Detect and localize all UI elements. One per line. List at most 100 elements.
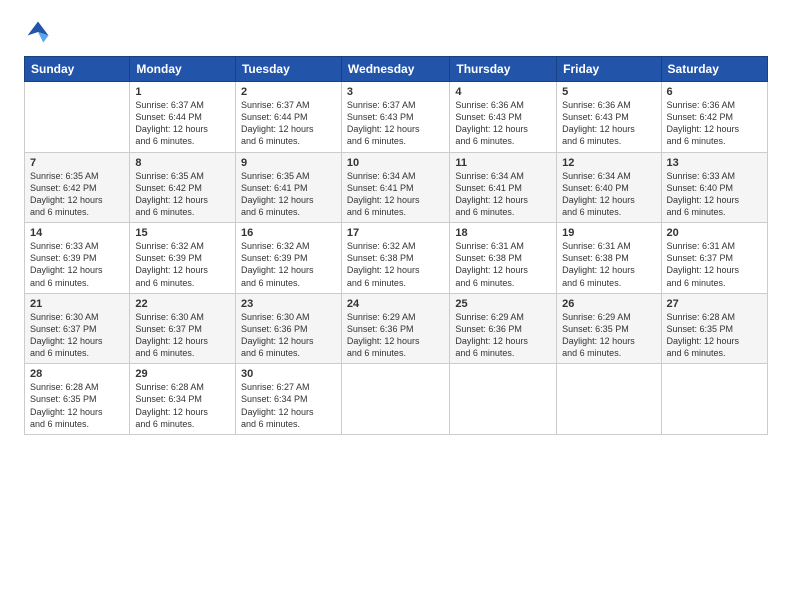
day-number: 1 bbox=[135, 86, 230, 98]
day-info: Sunrise: 6:28 AM Sunset: 6:35 PM Dayligh… bbox=[30, 381, 124, 430]
calendar-cell: 16Sunrise: 6:32 AM Sunset: 6:39 PM Dayli… bbox=[235, 223, 341, 294]
calendar-cell: 3Sunrise: 6:37 AM Sunset: 6:43 PM Daylig… bbox=[341, 82, 449, 153]
day-info: Sunrise: 6:30 AM Sunset: 6:37 PM Dayligh… bbox=[135, 311, 230, 360]
calendar-cell: 14Sunrise: 6:33 AM Sunset: 6:39 PM Dayli… bbox=[25, 223, 130, 294]
day-info: Sunrise: 6:37 AM Sunset: 6:44 PM Dayligh… bbox=[241, 99, 336, 148]
page: SundayMondayTuesdayWednesdayThursdayFrid… bbox=[0, 0, 792, 612]
calendar-cell: 5Sunrise: 6:36 AM Sunset: 6:43 PM Daylig… bbox=[557, 82, 661, 153]
calendar-cell: 24Sunrise: 6:29 AM Sunset: 6:36 PM Dayli… bbox=[341, 293, 449, 364]
day-number: 6 bbox=[667, 86, 762, 98]
calendar-cell: 8Sunrise: 6:35 AM Sunset: 6:42 PM Daylig… bbox=[130, 152, 236, 223]
calendar-cell: 28Sunrise: 6:28 AM Sunset: 6:35 PM Dayli… bbox=[25, 364, 130, 435]
day-number: 27 bbox=[667, 298, 762, 310]
calendar-cell: 29Sunrise: 6:28 AM Sunset: 6:34 PM Dayli… bbox=[130, 364, 236, 435]
calendar-day-header: Tuesday bbox=[235, 57, 341, 82]
day-info: Sunrise: 6:35 AM Sunset: 6:42 PM Dayligh… bbox=[30, 170, 124, 219]
calendar-cell: 19Sunrise: 6:31 AM Sunset: 6:38 PM Dayli… bbox=[557, 223, 661, 294]
day-info: Sunrise: 6:30 AM Sunset: 6:36 PM Dayligh… bbox=[241, 311, 336, 360]
day-number: 26 bbox=[562, 298, 655, 310]
day-number: 21 bbox=[30, 298, 124, 310]
day-number: 10 bbox=[347, 157, 444, 169]
day-info: Sunrise: 6:35 AM Sunset: 6:42 PM Dayligh… bbox=[135, 170, 230, 219]
day-number: 20 bbox=[667, 227, 762, 239]
day-number: 12 bbox=[562, 157, 655, 169]
calendar-day-header: Sunday bbox=[25, 57, 130, 82]
day-number: 9 bbox=[241, 157, 336, 169]
day-number: 3 bbox=[347, 86, 444, 98]
calendar-cell: 9Sunrise: 6:35 AM Sunset: 6:41 PM Daylig… bbox=[235, 152, 341, 223]
day-info: Sunrise: 6:29 AM Sunset: 6:36 PM Dayligh… bbox=[455, 311, 551, 360]
calendar-cell bbox=[25, 82, 130, 153]
calendar-week-row: 7Sunrise: 6:35 AM Sunset: 6:42 PM Daylig… bbox=[25, 152, 768, 223]
calendar-cell: 11Sunrise: 6:34 AM Sunset: 6:41 PM Dayli… bbox=[450, 152, 557, 223]
calendar: SundayMondayTuesdayWednesdayThursdayFrid… bbox=[24, 56, 768, 435]
day-info: Sunrise: 6:37 AM Sunset: 6:43 PM Dayligh… bbox=[347, 99, 444, 148]
day-number: 11 bbox=[455, 157, 551, 169]
calendar-cell: 23Sunrise: 6:30 AM Sunset: 6:36 PM Dayli… bbox=[235, 293, 341, 364]
day-number: 25 bbox=[455, 298, 551, 310]
day-number: 7 bbox=[30, 157, 124, 169]
calendar-cell: 6Sunrise: 6:36 AM Sunset: 6:42 PM Daylig… bbox=[661, 82, 767, 153]
day-info: Sunrise: 6:36 AM Sunset: 6:43 PM Dayligh… bbox=[455, 99, 551, 148]
day-number: 24 bbox=[347, 298, 444, 310]
day-number: 2 bbox=[241, 86, 336, 98]
day-info: Sunrise: 6:36 AM Sunset: 6:42 PM Dayligh… bbox=[667, 99, 762, 148]
header bbox=[24, 18, 768, 46]
calendar-day-header: Monday bbox=[130, 57, 236, 82]
calendar-cell: 15Sunrise: 6:32 AM Sunset: 6:39 PM Dayli… bbox=[130, 223, 236, 294]
day-info: Sunrise: 6:33 AM Sunset: 6:39 PM Dayligh… bbox=[30, 240, 124, 289]
day-info: Sunrise: 6:32 AM Sunset: 6:39 PM Dayligh… bbox=[241, 240, 336, 289]
calendar-cell: 21Sunrise: 6:30 AM Sunset: 6:37 PM Dayli… bbox=[25, 293, 130, 364]
calendar-cell: 22Sunrise: 6:30 AM Sunset: 6:37 PM Dayli… bbox=[130, 293, 236, 364]
calendar-cell: 4Sunrise: 6:36 AM Sunset: 6:43 PM Daylig… bbox=[450, 82, 557, 153]
day-number: 23 bbox=[241, 298, 336, 310]
calendar-cell: 1Sunrise: 6:37 AM Sunset: 6:44 PM Daylig… bbox=[130, 82, 236, 153]
day-info: Sunrise: 6:31 AM Sunset: 6:37 PM Dayligh… bbox=[667, 240, 762, 289]
calendar-cell: 20Sunrise: 6:31 AM Sunset: 6:37 PM Dayli… bbox=[661, 223, 767, 294]
calendar-cell: 13Sunrise: 6:33 AM Sunset: 6:40 PM Dayli… bbox=[661, 152, 767, 223]
calendar-cell: 17Sunrise: 6:32 AM Sunset: 6:38 PM Dayli… bbox=[341, 223, 449, 294]
calendar-cell: 10Sunrise: 6:34 AM Sunset: 6:41 PM Dayli… bbox=[341, 152, 449, 223]
day-number: 5 bbox=[562, 86, 655, 98]
day-number: 14 bbox=[30, 227, 124, 239]
day-info: Sunrise: 6:30 AM Sunset: 6:37 PM Dayligh… bbox=[30, 311, 124, 360]
day-number: 19 bbox=[562, 227, 655, 239]
calendar-day-header: Saturday bbox=[661, 57, 767, 82]
day-info: Sunrise: 6:35 AM Sunset: 6:41 PM Dayligh… bbox=[241, 170, 336, 219]
day-number: 17 bbox=[347, 227, 444, 239]
calendar-cell: 25Sunrise: 6:29 AM Sunset: 6:36 PM Dayli… bbox=[450, 293, 557, 364]
day-number: 13 bbox=[667, 157, 762, 169]
day-number: 16 bbox=[241, 227, 336, 239]
calendar-cell: 2Sunrise: 6:37 AM Sunset: 6:44 PM Daylig… bbox=[235, 82, 341, 153]
calendar-cell bbox=[557, 364, 661, 435]
day-info: Sunrise: 6:34 AM Sunset: 6:41 PM Dayligh… bbox=[347, 170, 444, 219]
calendar-cell: 30Sunrise: 6:27 AM Sunset: 6:34 PM Dayli… bbox=[235, 364, 341, 435]
day-number: 8 bbox=[135, 157, 230, 169]
calendar-cell bbox=[341, 364, 449, 435]
day-info: Sunrise: 6:36 AM Sunset: 6:43 PM Dayligh… bbox=[562, 99, 655, 148]
day-number: 29 bbox=[135, 368, 230, 380]
day-info: Sunrise: 6:31 AM Sunset: 6:38 PM Dayligh… bbox=[562, 240, 655, 289]
day-info: Sunrise: 6:32 AM Sunset: 6:38 PM Dayligh… bbox=[347, 240, 444, 289]
calendar-week-row: 14Sunrise: 6:33 AM Sunset: 6:39 PM Dayli… bbox=[25, 223, 768, 294]
calendar-header-row: SundayMondayTuesdayWednesdayThursdayFrid… bbox=[25, 57, 768, 82]
day-number: 18 bbox=[455, 227, 551, 239]
day-number: 28 bbox=[30, 368, 124, 380]
calendar-cell: 18Sunrise: 6:31 AM Sunset: 6:38 PM Dayli… bbox=[450, 223, 557, 294]
day-number: 4 bbox=[455, 86, 551, 98]
calendar-cell: 7Sunrise: 6:35 AM Sunset: 6:42 PM Daylig… bbox=[25, 152, 130, 223]
day-info: Sunrise: 6:34 AM Sunset: 6:41 PM Dayligh… bbox=[455, 170, 551, 219]
calendar-week-row: 1 Sunrise: 6:37 AM Sunset: 6:44 PM Daylig… bbox=[25, 82, 768, 153]
day-info: Sunrise: 6:28 AM Sunset: 6:35 PM Dayligh… bbox=[667, 311, 762, 360]
day-info: Sunrise: 6:32 AM Sunset: 6:39 PM Dayligh… bbox=[135, 240, 230, 289]
calendar-cell: 12Sunrise: 6:34 AM Sunset: 6:40 PM Dayli… bbox=[557, 152, 661, 223]
day-info: Sunrise: 6:34 AM Sunset: 6:40 PM Dayligh… bbox=[562, 170, 655, 219]
day-number: 30 bbox=[241, 368, 336, 380]
day-info: Sunrise: 6:27 AM Sunset: 6:34 PM Dayligh… bbox=[241, 381, 336, 430]
calendar-week-row: 28Sunrise: 6:28 AM Sunset: 6:35 PM Dayli… bbox=[25, 364, 768, 435]
logo-icon bbox=[24, 18, 52, 46]
calendar-day-header: Wednesday bbox=[341, 57, 449, 82]
day-info: Sunrise: 6:33 AM Sunset: 6:40 PM Dayligh… bbox=[667, 170, 762, 219]
day-info: Sunrise: 6:28 AM Sunset: 6:34 PM Dayligh… bbox=[135, 381, 230, 430]
day-info: Sunrise: 6:29 AM Sunset: 6:36 PM Dayligh… bbox=[347, 311, 444, 360]
